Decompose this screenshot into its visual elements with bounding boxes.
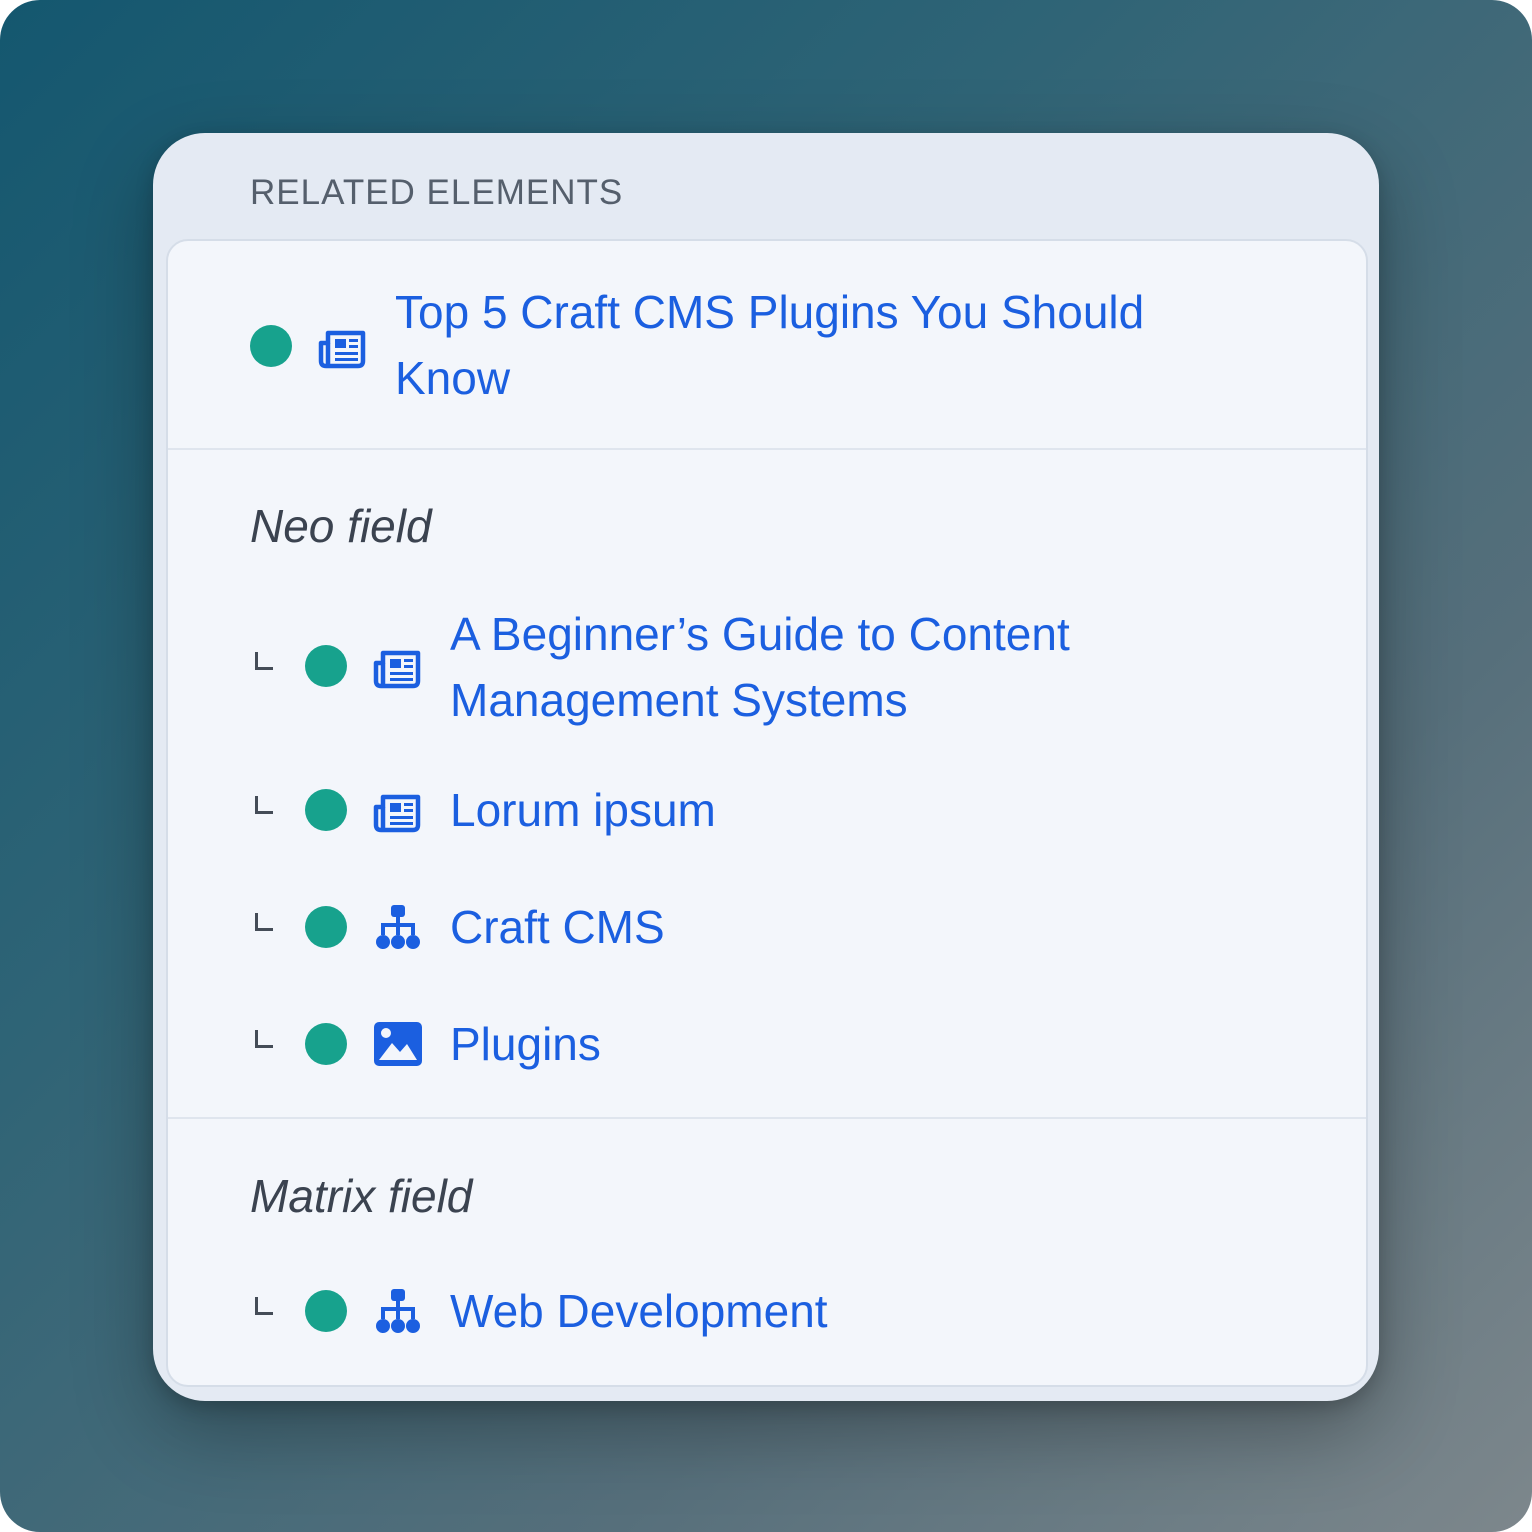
status-dot-enabled: [305, 789, 347, 831]
related-entry-link-line-1[interactable]: A Beginner’s Guide to Content: [450, 601, 1070, 667]
related-elements-card: RELATED ELEMENTS Top 5 Craft CMS Plugins…: [153, 133, 1379, 1401]
branch-connector: [255, 913, 273, 931]
branch-connector: [255, 1297, 273, 1315]
section-heading-neo-field: Neo field: [250, 500, 432, 552]
backdrop: RELATED ELEMENTS Top 5 Craft CMS Plugins…: [0, 0, 1532, 1532]
section-heading-matrix-field: Matrix field: [250, 1170, 473, 1222]
related-entry-link-line-2[interactable]: Management Systems: [450, 667, 908, 733]
sitemap-icon: [373, 902, 423, 952]
newspaper-icon: [373, 785, 423, 835]
sitemap-icon: [373, 1286, 423, 1336]
related-entry-link-line-2[interactable]: Know: [395, 345, 510, 411]
status-dot-enabled: [305, 1023, 347, 1065]
related-entry-link[interactable]: Lorum ipsum: [450, 777, 716, 843]
status-dot-enabled: [305, 645, 347, 687]
section-divider: [168, 1117, 1366, 1119]
related-entry-link-line-1[interactable]: Top 5 Craft CMS Plugins You Should: [395, 279, 1144, 345]
image-icon: [373, 1019, 423, 1069]
section-divider: [168, 448, 1366, 450]
status-dot-enabled: [250, 325, 292, 367]
branch-connector: [255, 1030, 273, 1048]
newspaper-icon: [318, 321, 368, 371]
branch-connector: [255, 652, 273, 670]
branch-connector: [255, 796, 273, 814]
related-category-link[interactable]: Craft CMS: [450, 894, 665, 960]
related-elements-panel: Top 5 Craft CMS Plugins You Should Know …: [166, 239, 1368, 1387]
status-dot-enabled: [305, 906, 347, 948]
newspaper-icon: [373, 641, 423, 691]
card-title: RELATED ELEMENTS: [250, 173, 624, 212]
related-category-link[interactable]: Web Development: [450, 1278, 828, 1344]
related-asset-link[interactable]: Plugins: [450, 1011, 601, 1077]
status-dot-enabled: [305, 1290, 347, 1332]
